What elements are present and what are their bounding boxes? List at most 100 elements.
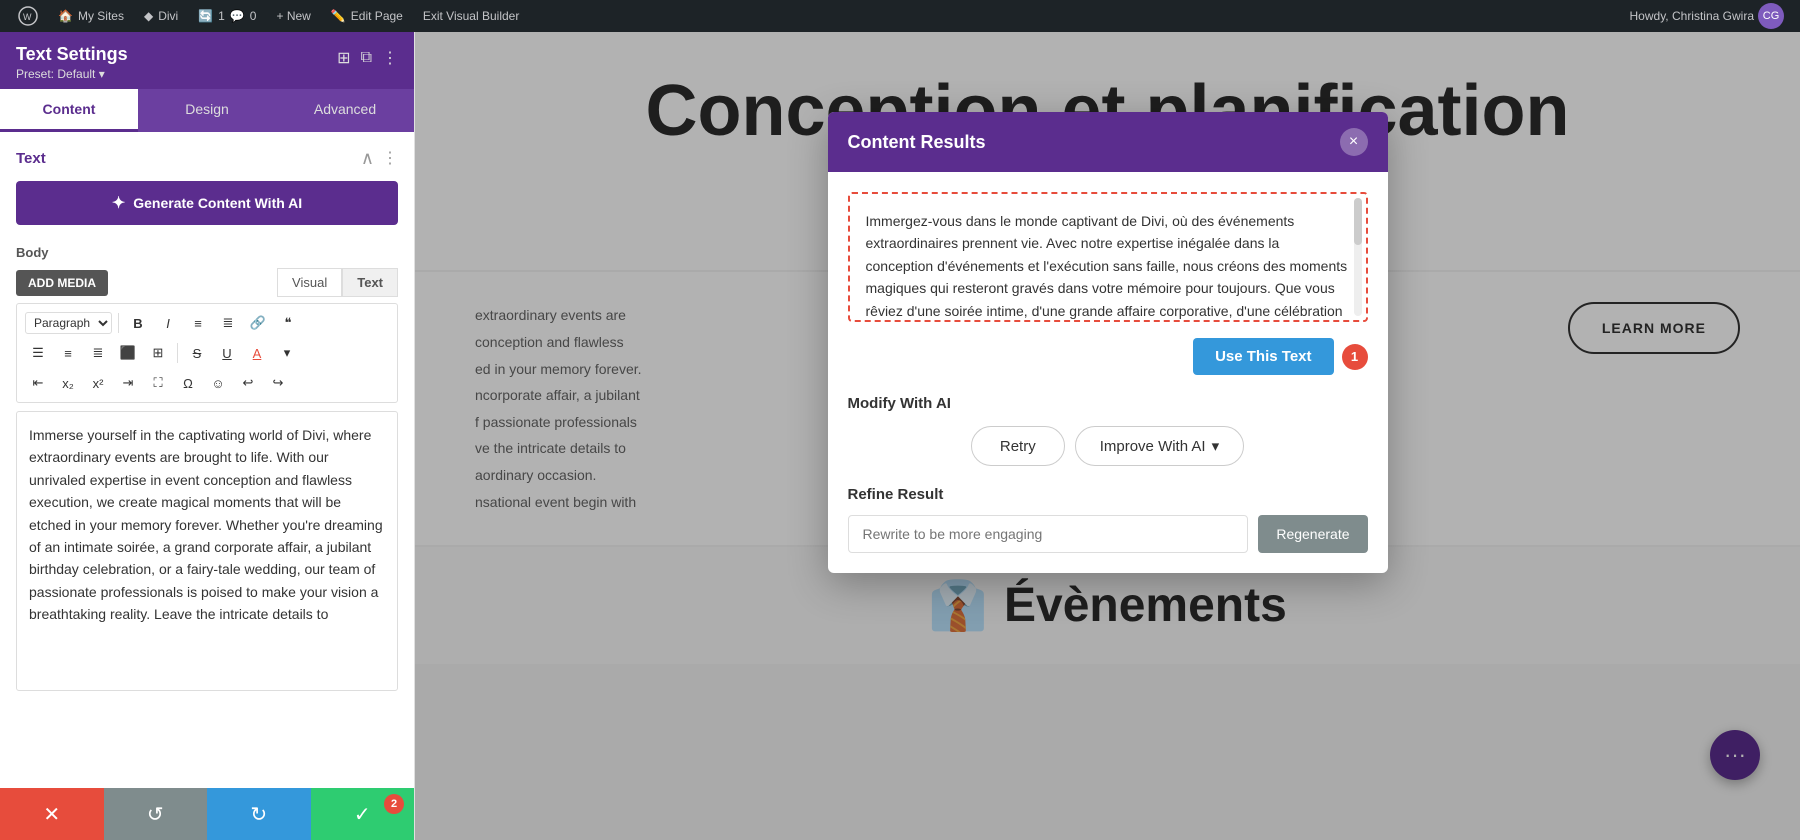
indent-icon: ⇥ (123, 375, 134, 391)
modal-close-button[interactable]: × (1340, 128, 1368, 156)
modal-header: Content Results × (828, 112, 1388, 172)
section-collapse-icon[interactable]: ∧ (361, 148, 374, 169)
ai-result-box[interactable]: Immergez-vous dans le monde captivant de… (848, 192, 1368, 322)
chevron-down-icon: ▾ (1212, 437, 1220, 455)
fullscreen-icon: ⛶ (153, 375, 162, 391)
italic-button[interactable]: I (155, 310, 181, 336)
save-icon: ✓ (354, 802, 371, 827)
admin-bar-exit-builder[interactable]: Exit Visual Builder (413, 0, 530, 32)
ai-result-text: Immergez-vous dans le monde captivant de… (866, 213, 1348, 322)
align-left-button[interactable]: ☰ (25, 340, 51, 366)
use-this-text-button[interactable]: Use This Text (1193, 338, 1333, 375)
format-row-2: ☰ ≡ ≣ ⬛ ⊞ S U A ▾ (25, 340, 389, 366)
use-badge: 1 (1342, 344, 1368, 370)
redo-editor-icon: ↪ (273, 375, 284, 391)
admin-bar-wordpress[interactable]: W (8, 0, 48, 32)
more-format-button[interactable]: ▾ (274, 340, 300, 366)
panel-tabs: Content Design Advanced (0, 89, 414, 132)
wordpress-logo-icon: W (18, 6, 38, 26)
refine-row: Regenerate (848, 515, 1368, 553)
link-button[interactable]: 🔗 (245, 310, 271, 336)
house-icon: 🏠 (58, 9, 73, 23)
refine-label: Refine Result (848, 486, 1368, 503)
table-button[interactable]: ⊞ (145, 340, 171, 366)
underline-icon: U (222, 346, 231, 361)
align-justify-button[interactable]: ⬛ (115, 340, 141, 366)
toolbar-separator-2 (177, 343, 178, 363)
format-row-3: ⇤ x₂ x² ⇥ ⛶ Ω ☺ ↩ ↪ (25, 370, 389, 396)
editor-content[interactable]: Immerse yourself in the captivating worl… (16, 411, 398, 691)
regenerate-button[interactable]: Regenerate (1258, 515, 1367, 553)
strikethrough-icon: S (193, 346, 202, 361)
cancel-button[interactable]: ✕ (0, 788, 104, 840)
align-center-button[interactable]: ≡ (55, 340, 81, 366)
align-right-icon: ≣ (93, 345, 104, 361)
generate-ai-button[interactable]: ✦ Generate Content With AI (16, 181, 398, 225)
more-options-icon[interactable]: ⋮ (382, 48, 398, 68)
format-row-1: Paragraph B I ≡ ≣ 🔗 ❝ (25, 310, 389, 336)
modify-label: Modify With AI (848, 395, 1368, 412)
improve-with-ai-button[interactable]: Improve With AI ▾ (1075, 426, 1244, 466)
modify-section: Modify With AI Retry Improve With AI ▾ (848, 395, 1368, 466)
use-this-button-row: Use This Text 1 (848, 338, 1368, 375)
page-content: Conception et planification d'événements… (415, 32, 1800, 840)
special-char-button[interactable]: Ω (175, 370, 201, 396)
add-media-button[interactable]: ADD MEDIA (16, 270, 108, 296)
tab-design[interactable]: Design (138, 89, 276, 132)
fullscreen-button[interactable]: ⛶ (145, 370, 171, 396)
bottom-bar: ✕ ↺ ↻ ✓ 2 (0, 788, 414, 840)
undo-editor-icon: ↩ (243, 375, 254, 391)
paragraph-select[interactable]: Paragraph (25, 312, 112, 334)
bold-button[interactable]: B (125, 310, 151, 336)
panel-preset[interactable]: Preset: Default ▾ (16, 67, 128, 81)
underline-button[interactable]: U (214, 340, 240, 366)
special-char-icon: Ω (183, 376, 193, 391)
svg-text:W: W (23, 12, 32, 22)
split-view-icon[interactable]: ⧉ (361, 49, 372, 67)
strikethrough-button[interactable]: S (184, 340, 210, 366)
tab-content[interactable]: Content (0, 89, 138, 132)
content-results-modal: Content Results × Immergez-vous dans le … (828, 112, 1388, 573)
save-button[interactable]: ✓ 2 (311, 788, 415, 840)
admin-bar-mysites[interactable]: 🏠 My Sites (48, 0, 134, 32)
link-icon: 🔗 (250, 315, 266, 331)
subscript-button[interactable]: x₂ (55, 370, 81, 396)
text-section-header: Text ∧ ⋮ (16, 148, 398, 169)
undo-button[interactable]: ↺ (104, 788, 208, 840)
view-toggle: Visual Text (277, 268, 398, 297)
redo-icon: ↻ (250, 802, 267, 827)
modal-body: Immergez-vous dans le monde captivant de… (828, 172, 1388, 573)
body-label: Body (16, 245, 398, 260)
retry-button[interactable]: Retry (971, 426, 1065, 466)
focus-mode-icon[interactable]: ⊞ (337, 48, 350, 68)
emoji-button[interactable]: ☺ (205, 370, 231, 396)
align-right-button[interactable]: ≣ (85, 340, 111, 366)
superscript-button[interactable]: x² (85, 370, 111, 396)
chevron-down-icon: ▾ (284, 345, 291, 361)
redo-editor-button[interactable]: ↪ (265, 370, 291, 396)
refine-input[interactable] (848, 515, 1249, 553)
save-badge: 2 (384, 794, 404, 814)
admin-bar-edit-page[interactable]: ✏️ Edit Page (321, 0, 413, 32)
admin-bar-new[interactable]: + New (266, 0, 320, 32)
indent-out-button[interactable]: ⇤ (25, 370, 51, 396)
redo-button[interactable]: ↻ (207, 788, 311, 840)
unordered-list-button[interactable]: ≡ (185, 310, 211, 336)
left-panel: Text Settings Preset: Default ▾ ⊞ ⧉ ⋮ Co… (0, 32, 415, 840)
undo-editor-button[interactable]: ↩ (235, 370, 261, 396)
indent-button[interactable]: ⇥ (115, 370, 141, 396)
tab-advanced[interactable]: Advanced (276, 89, 414, 132)
admin-bar-comments[interactable]: 🔄 1 💬 0 (188, 0, 266, 32)
color-button[interactable]: A (244, 340, 270, 366)
view-text-button[interactable]: Text (342, 268, 398, 297)
blockquote-button[interactable]: ❝ (275, 310, 301, 336)
result-scrollbar[interactable] (1354, 198, 1362, 316)
align-center-icon: ≡ (64, 346, 72, 361)
reload-icon: 🔄 (198, 9, 213, 23)
admin-bar-divi[interactable]: ◆ Divi (134, 0, 188, 32)
view-visual-button[interactable]: Visual (277, 268, 342, 297)
divi-icon: ◆ (144, 9, 153, 23)
section-more-icon[interactable]: ⋮ (382, 148, 398, 169)
ordered-list-button[interactable]: ≣ (215, 310, 241, 336)
format-toolbar: Paragraph B I ≡ ≣ 🔗 ❝ ☰ ≡ ≣ ⬛ ⊞ (16, 303, 398, 403)
